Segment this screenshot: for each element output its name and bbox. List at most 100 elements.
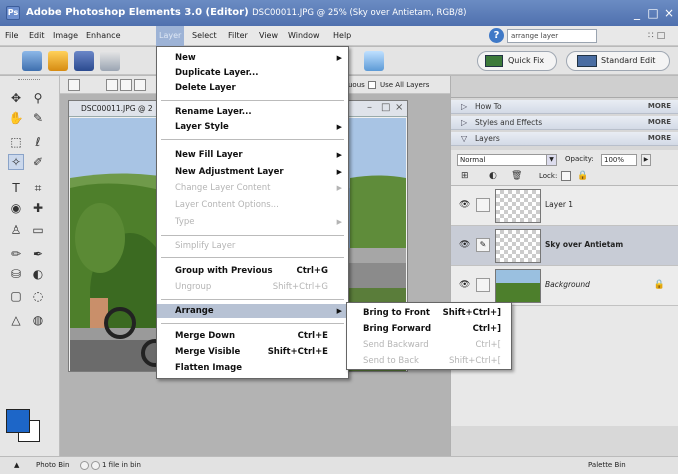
blur-tool-icon[interactable]: ◌: [30, 288, 46, 304]
menu-item-simplify-layer[interactable]: Simplify Layer: [157, 239, 348, 253]
visibility-eye-icon[interactable]: 👁: [459, 240, 470, 250]
foreground-color-swatch[interactable]: [6, 409, 30, 433]
menu-item-duplicate-layer[interactable]: Duplicate Layer...: [157, 66, 348, 80]
more-button[interactable]: MORE: [648, 118, 671, 126]
red-eye-tool-icon[interactable]: ◉: [8, 200, 24, 216]
selection-mode-add-icon[interactable]: [120, 79, 132, 91]
menu-item-layer-style[interactable]: Layer Style ▶: [157, 120, 348, 134]
menu-enhance[interactable]: Enhance: [83, 26, 124, 46]
submenu-item-send-to-back[interactable]: Send to Back Shift+Ctrl+[: [347, 353, 511, 369]
clone-stamp-tool-icon[interactable]: ♙: [8, 222, 24, 238]
menu-item-flatten-image[interactable]: Flatten Image: [157, 361, 348, 375]
menu-item-ungroup[interactable]: Ungroup Shift+Ctrl+G: [157, 280, 348, 294]
paint-bucket-tool-icon[interactable]: ⛁: [8, 266, 24, 282]
layer-link-box[interactable]: [476, 198, 490, 212]
smudge-tool-icon[interactable]: ◍: [30, 312, 46, 328]
menu-item-new-adjustment-layer[interactable]: New Adjustment Layer ▶: [157, 165, 348, 179]
lock-icon[interactable]: 🔒: [577, 171, 588, 181]
menu-help[interactable]: Help: [330, 26, 354, 46]
opacity-slider-button[interactable]: ▶: [641, 154, 651, 166]
selection-brush-tool-icon[interactable]: ✐: [30, 154, 46, 170]
photo-bin-toggle-icon[interactable]: ▲: [14, 461, 19, 469]
selection-mode-subtract-icon[interactable]: [134, 79, 146, 91]
save-icon[interactable]: [74, 51, 94, 71]
new-layer-icon[interactable]: ⊞: [461, 171, 469, 181]
menu-file[interactable]: File: [2, 26, 21, 46]
gradient-tool-icon[interactable]: ◐: [30, 266, 46, 282]
menu-edit[interactable]: Edit: [26, 26, 48, 46]
magic-wand-tool-icon[interactable]: ✧: [8, 154, 24, 170]
zoom-tool-icon[interactable]: ⚲: [30, 90, 46, 106]
menu-item-delete-layer[interactable]: Delete Layer: [157, 81, 348, 95]
move-tool-icon[interactable]: ✥: [8, 90, 24, 106]
layer-row-layer-1[interactable]: 👁 Layer 1: [451, 186, 678, 226]
submenu-item-send-backward[interactable]: Send Backward Ctrl+[: [347, 337, 511, 353]
close-window-button[interactable]: ×: [662, 6, 676, 20]
healing-brush-tool-icon[interactable]: ✚: [30, 200, 46, 216]
doc-close-button[interactable]: ×: [395, 102, 403, 113]
eraser-tool-icon[interactable]: ▭: [30, 222, 46, 238]
submenu-item-bring-forward[interactable]: Bring Forward Ctrl+]: [347, 321, 511, 337]
lasso-tool-icon[interactable]: ℓ: [30, 134, 46, 150]
print-icon[interactable]: [100, 51, 120, 71]
menu-layer[interactable]: Layer: [156, 26, 185, 46]
menu-item-merge-down[interactable]: Merge Down Ctrl+E: [157, 329, 348, 343]
eyedropper-tool-icon[interactable]: ✎: [30, 110, 46, 126]
trash-icon[interactable]: 🗑: [511, 171, 522, 181]
new-icon[interactable]: [22, 51, 42, 71]
layer-row-sky-over-antietam[interactable]: 👁 ✎ Sky over Antietam: [451, 226, 678, 266]
hand-tool-icon[interactable]: ✋: [8, 110, 24, 126]
menu-view[interactable]: View: [256, 26, 281, 46]
shape-tool-icon[interactable]: ▢: [8, 288, 24, 304]
visibility-eye-icon[interactable]: 👁: [459, 280, 470, 290]
help-search-input[interactable]: [507, 29, 597, 43]
move-tool-option-icon[interactable]: [68, 79, 80, 91]
share-icon[interactable]: [364, 51, 384, 71]
menu-item-new-fill-layer[interactable]: New Fill Layer ▶: [157, 148, 348, 162]
lock-transparency-checkbox[interactable]: [561, 171, 571, 181]
use-all-layers-checkbox[interactable]: [368, 81, 376, 89]
standard-edit-button[interactable]: Standard Edit: [566, 51, 670, 71]
photo-bin-radio[interactable]: [80, 461, 89, 470]
menu-select[interactable]: Select: [189, 26, 220, 46]
open-folder-icon[interactable]: [48, 51, 68, 71]
marquee-tool-icon[interactable]: ⬚: [8, 134, 24, 150]
crop-tool-icon[interactable]: ⌗: [30, 180, 46, 196]
menu-item-layer-content-options[interactable]: Layer Content Options...: [157, 198, 348, 212]
minimize-window-button[interactable]: _: [630, 6, 644, 20]
menu-item-arrange[interactable]: Arrange ▶: [157, 304, 348, 318]
palette-how-to[interactable]: ▷ How To MORE: [451, 100, 678, 114]
brush-tool-icon[interactable]: ✒: [30, 246, 46, 262]
blend-mode-select[interactable]: Normal ▼: [457, 154, 557, 166]
toolbox-grip[interactable]: [18, 79, 40, 81]
submenu-item-bring-to-front[interactable]: Bring to Front Shift+Ctrl+]: [347, 305, 511, 321]
opacity-input[interactable]: 100%: [601, 154, 637, 166]
menu-image[interactable]: Image: [50, 26, 81, 46]
layer-link-box[interactable]: [476, 278, 490, 292]
adjustment-layer-icon[interactable]: ◐: [489, 171, 497, 181]
menu-item-rename-layer[interactable]: Rename Layer...: [157, 105, 348, 119]
menubar-right-controls[interactable]: ∷ □: [648, 31, 665, 41]
visibility-eye-icon[interactable]: 👁: [459, 200, 470, 210]
menu-item-change-layer-content[interactable]: Change Layer Content ▶: [157, 181, 348, 195]
palette-styles-effects[interactable]: ▷ Styles and Effects MORE: [451, 116, 678, 130]
pencil-tool-icon[interactable]: ✏: [8, 246, 24, 262]
palette-layers[interactable]: ▽ Layers MORE: [451, 132, 678, 146]
menu-window[interactable]: Window: [285, 26, 323, 46]
help-icon[interactable]: ?: [489, 28, 504, 43]
menu-item-group-with-previous[interactable]: Group with Previous Ctrl+G: [157, 264, 348, 278]
more-button[interactable]: MORE: [648, 102, 671, 110]
more-button[interactable]: MORE: [648, 134, 671, 142]
selection-mode-new-icon[interactable]: [106, 79, 118, 91]
photo-bin-radio[interactable]: [91, 461, 100, 470]
type-tool-icon[interactable]: T: [8, 180, 24, 196]
quick-fix-button[interactable]: Quick Fix: [477, 51, 557, 71]
doc-maximize-button[interactable]: □: [381, 102, 390, 113]
menu-item-new[interactable]: New ▶: [157, 51, 348, 65]
layer-row-background[interactable]: 👁 Background 🔒: [451, 266, 678, 306]
sponge-tool-icon[interactable]: △: [8, 312, 24, 328]
palette-bin-toggle[interactable]: Palette Bin: [588, 461, 626, 469]
brush-icon[interactable]: ✎: [476, 238, 490, 252]
menu-item-merge-visible[interactable]: Merge Visible Shift+Ctrl+E: [157, 345, 348, 359]
photo-bin-label[interactable]: Photo Bin: [36, 461, 69, 469]
